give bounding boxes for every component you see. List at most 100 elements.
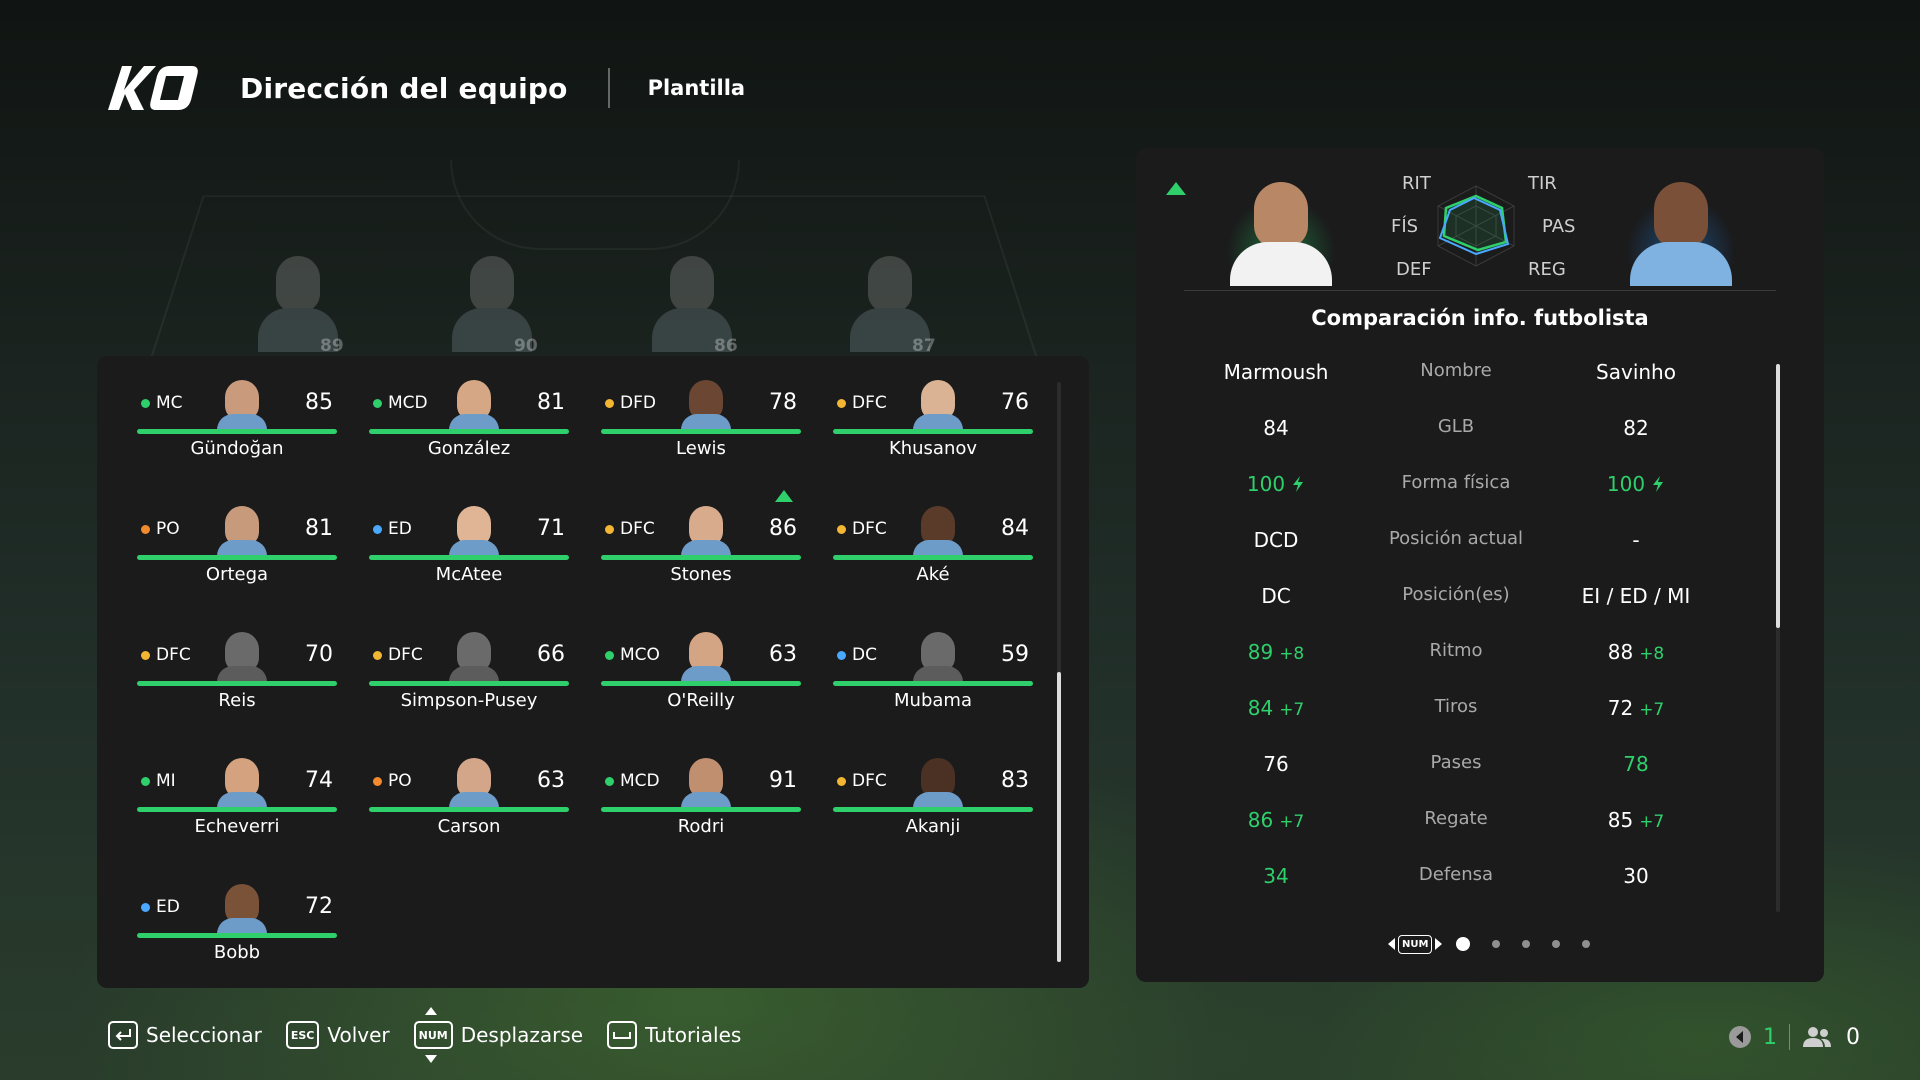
player-rating: 74 bbox=[305, 768, 333, 793]
player-card[interactable]: DFC 84 Aké bbox=[833, 502, 1033, 592]
position-dot-icon bbox=[837, 776, 846, 786]
select-label: Seleccionar bbox=[146, 1023, 262, 1047]
player-rating: 84 bbox=[1001, 516, 1029, 541]
player-card[interactable]: MCO 63 O'Reilly bbox=[601, 628, 801, 718]
comparison-title: Comparación info. futbolista bbox=[1311, 306, 1649, 330]
player-face bbox=[449, 628, 499, 684]
bonus-value: +7 bbox=[1279, 812, 1305, 832]
back-action[interactable]: ESC Volver bbox=[285, 1021, 390, 1049]
attribute-label: Posición actual bbox=[1388, 528, 1524, 549]
player-rating: 86 bbox=[769, 516, 797, 541]
player-name: Ortega bbox=[205, 564, 269, 585]
player-face bbox=[913, 754, 963, 810]
radar-label-def: DEF bbox=[1396, 259, 1432, 280]
comparison-row: DCD Posición actual - bbox=[1136, 528, 1796, 568]
radar-label-rit: RIT bbox=[1402, 173, 1431, 194]
scroll-action[interactable]: NUM Desplazarse bbox=[413, 1007, 583, 1063]
player-face bbox=[449, 754, 499, 810]
player-position: DFD bbox=[605, 393, 656, 413]
rating-up-arrow-icon bbox=[1166, 182, 1186, 195]
player-card[interactable]: DC 59 Mubama bbox=[833, 628, 1033, 718]
num-scroll-key-icon: NUM bbox=[413, 1007, 453, 1063]
tutorials-action[interactable]: Tutoriales bbox=[607, 1021, 741, 1049]
pager-dot[interactable] bbox=[1456, 937, 1471, 951]
player-card[interactable]: DFC 76 Khusanov bbox=[833, 376, 1033, 466]
attribute-label: Forma física bbox=[1401, 472, 1511, 493]
pager-dot[interactable] bbox=[1492, 940, 1501, 948]
pager-prev-icon[interactable] bbox=[1388, 938, 1395, 950]
comparison-scrollbar-thumb[interactable] bbox=[1776, 364, 1780, 628]
fitness-bar bbox=[369, 429, 569, 434]
comparison-pager[interactable]: NUM bbox=[1388, 932, 1591, 956]
player-name: O'Reilly bbox=[667, 690, 735, 711]
attribute-label: Regate bbox=[1424, 808, 1488, 829]
player-card[interactable]: PO 63 Carson bbox=[369, 754, 569, 844]
comparison-row: Marmoush Nombre Savinho bbox=[1136, 360, 1796, 400]
player-card[interactable]: ED 72 Bobb bbox=[137, 880, 337, 970]
player-position: ED bbox=[373, 519, 412, 539]
select-action[interactable]: Seleccionar bbox=[108, 1021, 262, 1049]
player-card[interactable]: DFC 66 Simpson-Pusey bbox=[369, 628, 569, 718]
first-count: 1 bbox=[1763, 1024, 1777, 1050]
squad-scrollbar-thumb[interactable] bbox=[1057, 672, 1061, 962]
attribute-label: Nombre bbox=[1420, 360, 1492, 381]
fitness-bar bbox=[601, 555, 801, 560]
tab-plantilla[interactable]: Plantilla bbox=[648, 76, 746, 100]
position-dot-icon bbox=[141, 398, 150, 408]
fitness-bar bbox=[601, 429, 801, 434]
player-position: DFC bbox=[837, 393, 887, 413]
comparison-row: 84 +7 Tiros 72 +7 bbox=[1136, 696, 1796, 736]
player-card[interactable]: MCD 81 González bbox=[369, 376, 569, 466]
player-face bbox=[217, 754, 267, 810]
player-face bbox=[449, 376, 499, 432]
player-position: DFC bbox=[837, 519, 887, 539]
pitch-center-arc bbox=[450, 160, 740, 250]
right-value: Savinho bbox=[1596, 360, 1676, 384]
attribute-label: Posición(es) bbox=[1402, 584, 1510, 605]
player-card[interactable]: DFC 86 Stones bbox=[601, 490, 801, 592]
controller-icon bbox=[1729, 1026, 1751, 1048]
player-name: Gündoğan bbox=[190, 438, 284, 459]
position-dot-icon bbox=[373, 524, 382, 534]
num-key-icon: NUM bbox=[1398, 934, 1433, 954]
bonus-value: +7 bbox=[1279, 700, 1305, 720]
player-card[interactable]: MCD 91 Rodri bbox=[601, 754, 801, 844]
right-value: 85 +7 bbox=[1607, 808, 1665, 832]
player-card[interactable]: DFC 70 Reis bbox=[137, 628, 337, 718]
second-count: 0 bbox=[1846, 1024, 1860, 1050]
pager-next-icon[interactable] bbox=[1435, 938, 1443, 950]
fitness-bar bbox=[369, 681, 569, 686]
background-player-rating: 86 bbox=[714, 336, 738, 356]
player-face bbox=[681, 628, 731, 684]
position-dot-icon bbox=[605, 776, 614, 786]
player-card[interactable]: PO 81 Ortega bbox=[137, 502, 337, 592]
comparison-row: 76 Pases 78 bbox=[1136, 752, 1796, 792]
player-card[interactable]: DFD 78 Lewis bbox=[601, 376, 801, 466]
player-card[interactable]: DFC 83 Akanji bbox=[833, 754, 1033, 844]
player-position: PO bbox=[141, 519, 180, 539]
users-icon bbox=[1803, 1027, 1831, 1047]
pager-dot[interactable] bbox=[1552, 940, 1561, 948]
player-face bbox=[913, 502, 963, 558]
bonus-value: +7 bbox=[1639, 812, 1665, 832]
position-dot-icon bbox=[141, 650, 150, 660]
player-face bbox=[217, 880, 267, 936]
player-name: Echeverri bbox=[194, 816, 280, 837]
player-card[interactable]: MI 74 Echeverri bbox=[137, 754, 337, 844]
player-card[interactable]: ED 71 McAtee bbox=[369, 502, 569, 592]
right-value: 100 bbox=[1546, 472, 1726, 496]
player-face bbox=[681, 754, 731, 810]
fitness-bar bbox=[601, 681, 801, 686]
player-face bbox=[913, 628, 963, 684]
pager-dot[interactable] bbox=[1522, 940, 1531, 948]
pager-dot[interactable] bbox=[1582, 940, 1591, 948]
background-player-rating: 87 bbox=[912, 336, 936, 356]
portrait-divider bbox=[1184, 290, 1776, 291]
bolt-icon bbox=[1653, 476, 1664, 492]
left-value: 86 +7 bbox=[1247, 808, 1305, 832]
player-card[interactable]: MC 85 Gündoğan bbox=[137, 376, 337, 466]
position-dot-icon bbox=[605, 650, 614, 660]
right-value: - bbox=[1632, 528, 1640, 552]
position-dot-icon bbox=[141, 524, 150, 534]
fitness-bar bbox=[369, 807, 569, 812]
